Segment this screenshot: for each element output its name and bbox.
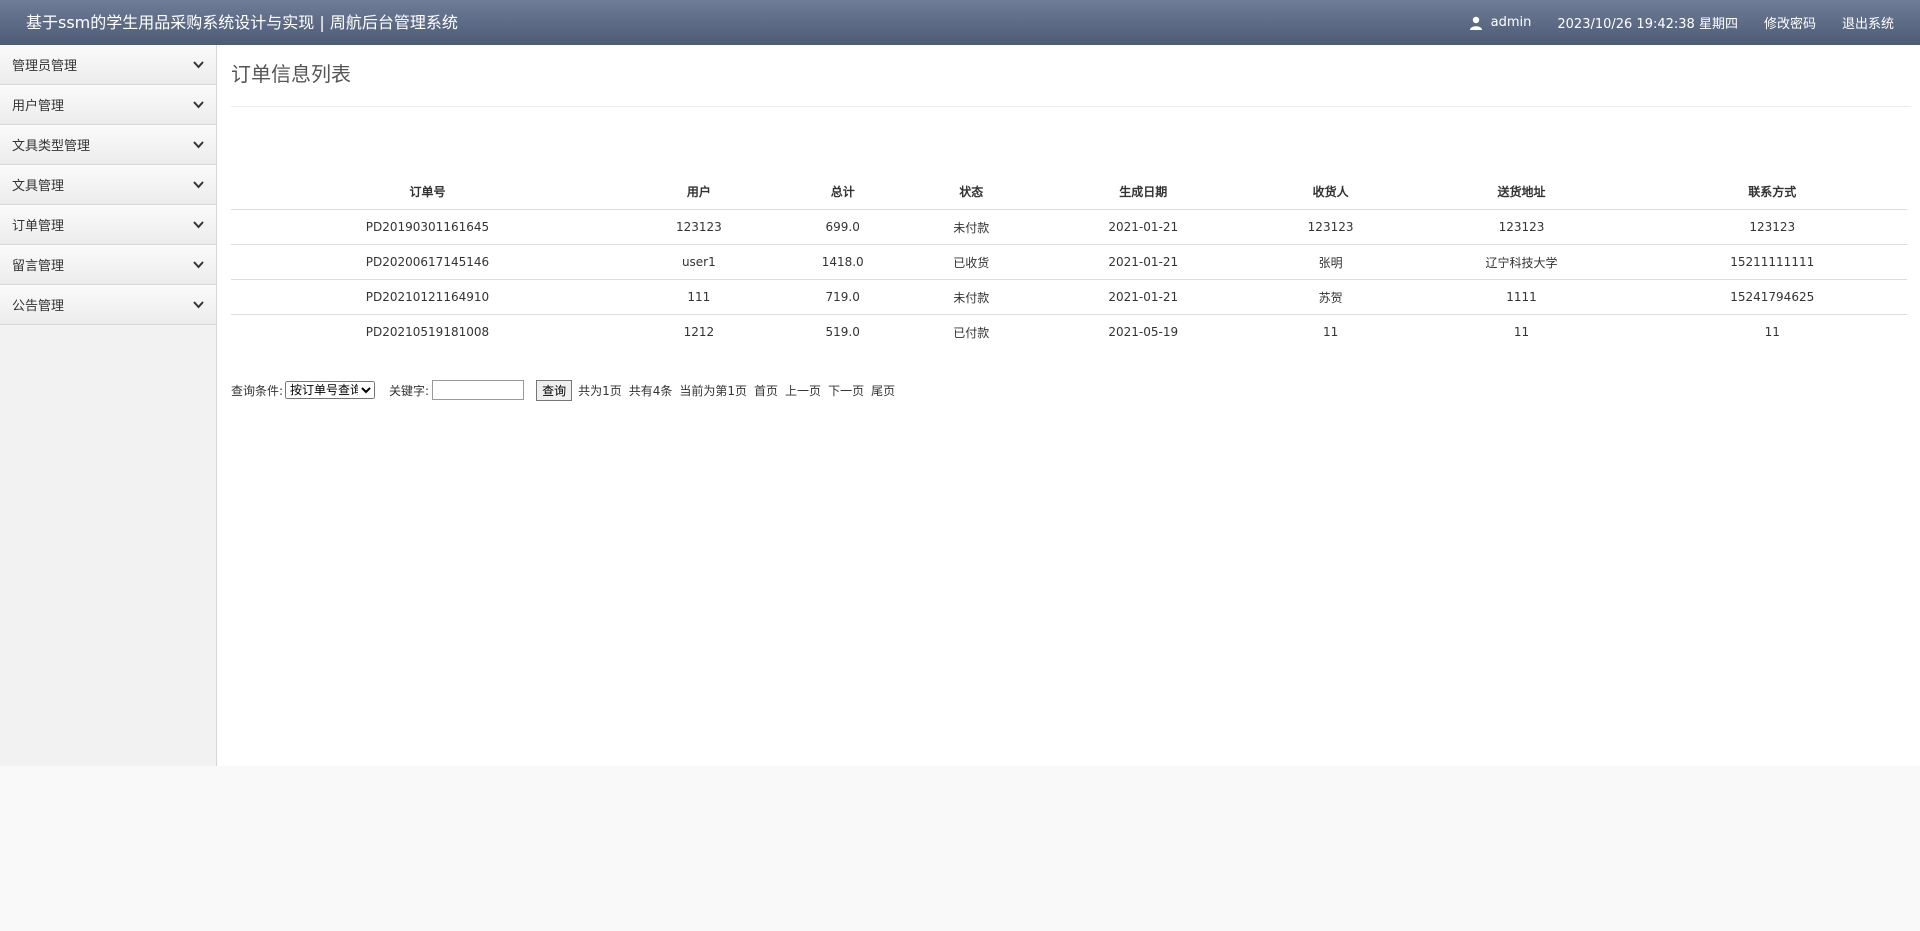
cell-contact: 11 [1764, 325, 1780, 339]
logout-link[interactable]: 退出系统 [1842, 13, 1894, 32]
chevron-down-icon [192, 219, 204, 231]
sidebar: 管理员管理 用户管理 文具类型管理 文具管理 订单管理 留言管理 公告管理 [0, 45, 217, 766]
first-page-link[interactable]: 首页 [754, 382, 778, 399]
chevron-down-icon [192, 139, 204, 151]
sidebar-item-label: 订单管理 [12, 219, 65, 234]
cell-receiver: 苏贺 [1255, 279, 1406, 315]
header-datetime: 2023/10/26 19:42:38 星期四 [1557, 17, 1738, 32]
column-header: 联系方式 [1637, 173, 1907, 210]
sidebar-item-label: 管理员管理 [12, 59, 78, 74]
sidebar-item-label: 公告管理 [12, 299, 65, 314]
sidebar-item-admin-management[interactable]: 管理员管理 [0, 45, 216, 85]
table-row: PD20190301161645 123123 699.0 未付款 2021-0… [231, 209, 1907, 245]
condition-select[interactable]: 按订单号查询 [285, 381, 376, 399]
cell-address: 11 [1513, 325, 1530, 339]
header-right: admin 2023/10/26 19:42:38 星期四 修改密码 退出系统 [1469, 0, 1920, 45]
cell-address: 123123 [1405, 209, 1638, 245]
user-icon [1469, 16, 1482, 30]
sidebar-item-message-management[interactable]: 留言管理 [0, 245, 216, 285]
change-password-link[interactable]: 修改密码 [1764, 13, 1816, 32]
cell-receiver: 11 [1322, 325, 1339, 339]
chevron-down-icon [192, 259, 204, 271]
cell-user: 1212 [683, 325, 715, 339]
cell-total: 1418.0 [773, 244, 912, 280]
cell-contact: 123123 [1637, 209, 1907, 245]
cell-date: 2021-01-21 [1030, 209, 1256, 245]
next-page-link[interactable]: 下一页 [828, 382, 864, 399]
sidebar-item-label: 文具管理 [12, 179, 65, 194]
query-button[interactable]: 查询 [536, 379, 573, 401]
sidebar-item-user-management[interactable]: 用户管理 [0, 85, 216, 125]
cell-address: 1111 [1405, 279, 1638, 315]
cell-date: 2021-01-21 [1030, 279, 1256, 315]
total-records: 共有4条 [628, 383, 673, 398]
cell-status: 已付款 [953, 325, 990, 340]
sidebar-item-stationery-management[interactable]: 文具管理 [0, 165, 216, 205]
chevron-down-icon [192, 179, 204, 191]
current-user: admin [1469, 15, 1532, 30]
cell-total: 519.0 [825, 325, 860, 339]
title-divider [231, 106, 1911, 107]
app-title: 基于ssm的学生用品采购系统设计与实现 | 周航后台管理系统 [26, 13, 458, 32]
cell-user: 111 [623, 279, 774, 315]
orders-table: 订单号 用户 总计 状态 生成日期 收货人 送货地址 联系方式 PD201903… [231, 173, 1907, 349]
search-pagination-bar: 查询条件: 按订单号查询 关键字: 查询 共为1页 共有4条 当前为第1页 首页… [231, 378, 902, 402]
cell-status: 已收货 [911, 244, 1031, 280]
top-header: 基于ssm的学生用品采购系统设计与实现 | 周航后台管理系统 admin 202… [0, 0, 1920, 45]
table-header-row: 订单号 用户 总计 状态 生成日期 收货人 送货地址 联系方式 [231, 173, 1907, 210]
cell-date: 2021-05-19 [1108, 325, 1179, 339]
sidebar-item-label: 用户管理 [12, 99, 65, 114]
cell-contact: 15241794625 [1637, 279, 1907, 315]
sidebar-item-label: 文具类型管理 [12, 139, 91, 154]
cell-user: user1 [623, 244, 774, 280]
condition-label: 查询条件: [231, 383, 284, 398]
sidebar-item-stationery-type-management[interactable]: 文具类型管理 [0, 125, 216, 165]
cell-order-no: PD20200617145146 [231, 244, 624, 280]
cell-date: 2021-01-21 [1030, 244, 1256, 280]
prev-page-link[interactable]: 上一页 [785, 382, 821, 399]
sidebar-item-label: 留言管理 [12, 259, 65, 274]
chevron-down-icon [192, 99, 204, 111]
cell-order-no: PD20190301161645 [231, 209, 624, 245]
column-header: 总计 [773, 173, 912, 210]
table-row: PD20210519181008 1212 519.0 已付款 2021-05-… [231, 315, 1907, 350]
current-page: 当前为第1页 [679, 383, 748, 398]
table-row: PD20210121164910 111 719.0 未付款 2021-01-2… [231, 279, 1907, 315]
chevron-down-icon [192, 59, 204, 71]
cell-user: 123123 [623, 209, 774, 245]
sidebar-item-order-management[interactable]: 订单管理 [0, 205, 216, 245]
column-header: 送货地址 [1405, 173, 1638, 210]
cell-total: 699.0 [773, 209, 912, 245]
total-pages: 共为1页 [578, 383, 622, 398]
column-header: 生成日期 [1030, 173, 1256, 210]
cell-contact: 15211111111 [1637, 244, 1907, 280]
keyword-label: 关键字: [389, 383, 430, 398]
column-header: 状态 [911, 173, 1031, 210]
page-title: 订单信息列表 [231, 62, 351, 86]
sidebar-item-announcement-management[interactable]: 公告管理 [0, 285, 216, 325]
cell-address: 辽宁科技大学 [1405, 244, 1638, 280]
column-header: 订单号 [231, 173, 624, 210]
main-content: 订单信息列表 订单号 用户 总计 状态 生成日期 收货人 送货地址 联系方式 P… [217, 45, 1920, 766]
cell-order-no: PD20210519181008 [365, 325, 490, 339]
cell-status: 未付款 [911, 209, 1031, 245]
username: admin [1490, 15, 1532, 30]
cell-total: 719.0 [773, 279, 912, 315]
column-header: 收货人 [1255, 173, 1406, 210]
keyword-input[interactable] [432, 380, 525, 400]
last-page-link[interactable]: 尾页 [871, 382, 895, 399]
cell-order-no: PD20210121164910 [231, 279, 624, 315]
cell-receiver: 123123 [1255, 209, 1406, 245]
column-header: 用户 [623, 173, 774, 210]
table-row: PD20200617145146 user1 1418.0 已收货 2021-0… [231, 244, 1907, 280]
cell-receiver: 张明 [1255, 244, 1406, 280]
chevron-down-icon [192, 299, 204, 311]
cell-status: 未付款 [911, 279, 1031, 315]
